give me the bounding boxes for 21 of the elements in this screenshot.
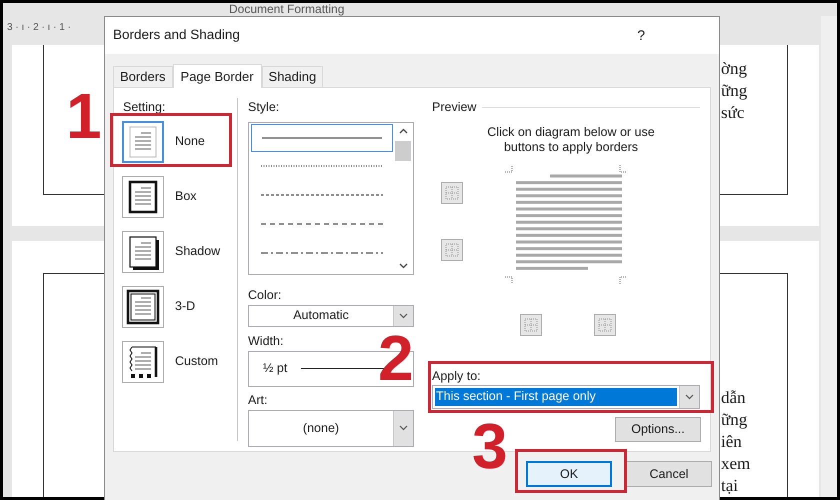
dialog-title: Borders and Shading — [113, 26, 240, 44]
ruler: 3 · ı · 2 · ı · 1 · — [7, 21, 71, 36]
app-title: Document Formatting — [229, 3, 344, 15]
document-text: dẫn — [721, 387, 747, 409]
step-number-overlay: 3 — [472, 414, 508, 478]
document-text: ững — [721, 409, 748, 431]
style-label: Style: — [248, 99, 280, 116]
document-text: ờng — [721, 58, 748, 80]
width-label: Width: — [248, 332, 284, 350]
document-text: tại — [721, 475, 739, 497]
apply-to-label: Apply to: — [432, 368, 482, 385]
document-text: ững — [721, 80, 748, 102]
preview-label: Preview — [432, 99, 476, 116]
preview-hint: Click on diagram below or use buttons to apply borders — [486, 124, 656, 155]
step-number-overlay: 1 — [66, 84, 102, 148]
setting-label: Setting: — [123, 99, 166, 116]
document-text: xem — [721, 453, 752, 475]
document-text: iên — [721, 431, 743, 453]
document-text: sức — [721, 102, 746, 124]
color-label: Color: — [248, 286, 282, 304]
art-label: Art: — [248, 392, 268, 409]
